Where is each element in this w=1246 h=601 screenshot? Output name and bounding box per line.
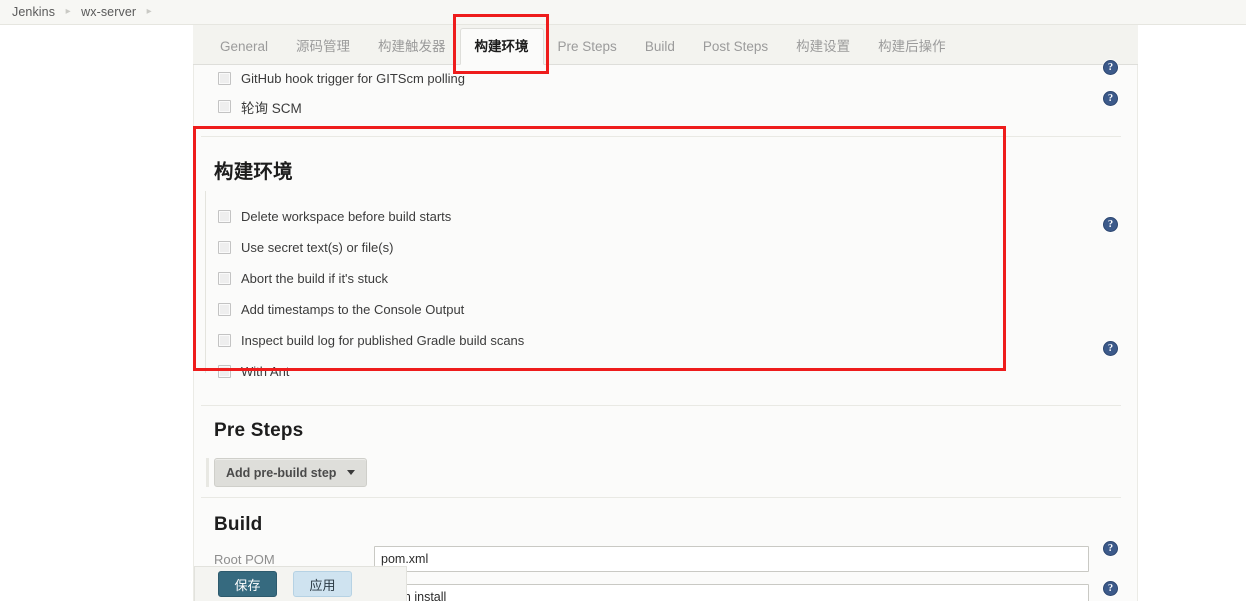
tab-pre-steps[interactable]: Pre Steps: [544, 30, 631, 64]
list-item[interactable]: Inspect build log for published Gradle b…: [193, 325, 1138, 356]
checkbox-poll-scm[interactable]: [218, 100, 231, 113]
checkbox-add-timestamps[interactable]: [218, 303, 231, 316]
save-action-bar: 保存 应用: [194, 566, 407, 601]
checkbox-label: Add timestamps to the Console Output: [241, 302, 465, 317]
breadcrumb-item-jenkins[interactable]: Jenkins: [8, 5, 59, 19]
add-pre-build-step-label: Add pre-build step: [226, 465, 337, 480]
checkbox-with-ant[interactable]: [218, 365, 231, 378]
page-title-build-environment: 构建环境: [214, 161, 293, 183]
breadcrumb-separator-icon: ▸: [65, 6, 71, 17]
checkbox-inspect-gradle-scans[interactable]: [218, 334, 231, 347]
checkbox-label: With Ant: [241, 364, 290, 379]
list-item[interactable]: Abort the build if it's stuck: [193, 263, 1138, 294]
breadcrumb: Jenkins ▸ wx-server ▸: [0, 0, 1246, 25]
tab-post-steps[interactable]: Post Steps: [689, 30, 782, 64]
checkbox-label: Inspect build log for published Gradle b…: [241, 333, 525, 348]
config-tab-bar: General 源码管理 构建触发器 构建环境 Pre Steps Build …: [193, 25, 1138, 65]
list-item[interactable]: Use secret text(s) or file(s): [193, 232, 1138, 263]
root-pom-input[interactable]: [374, 546, 1089, 572]
page-title-build: Build: [214, 514, 263, 535]
checkbox-label: 轮询 SCM: [241, 100, 302, 116]
tab-build[interactable]: Build: [631, 30, 689, 64]
config-form-rows: GitHub hook trigger for GITScm polling 轮…: [193, 65, 1138, 601]
button-left-accent: [206, 458, 209, 487]
list-item[interactable]: 轮询 SCM: [193, 91, 1138, 122]
jenkins-job-config-page: Jenkins ▸ wx-server ▸ General 源码管理 构建触发器…: [0, 0, 1246, 601]
tab-post-build-actions[interactable]: 构建后操作: [864, 30, 960, 64]
help-icon[interactable]: ?: [1103, 541, 1118, 556]
goals-input[interactable]: [374, 584, 1089, 601]
checkbox-label: Delete workspace before build starts: [241, 209, 452, 224]
help-icon[interactable]: ?: [1103, 341, 1118, 356]
checkbox-label: Use secret text(s) or file(s): [241, 240, 394, 255]
breadcrumb-separator-icon: ▸: [146, 6, 152, 17]
add-pre-build-step-button[interactable]: Add pre-build step: [214, 458, 368, 487]
list-item[interactable]: Add timestamps to the Console Output: [193, 294, 1138, 325]
section-indent-line: [205, 191, 206, 373]
save-button[interactable]: 保存: [218, 571, 277, 597]
checkbox-label: Abort the build if it's stuck: [241, 271, 388, 286]
checkbox-delete-workspace[interactable]: [218, 210, 231, 223]
list-item[interactable]: GitHub hook trigger for GITScm polling: [193, 65, 1138, 91]
tab-build-triggers[interactable]: 构建触发器: [364, 30, 460, 64]
tab-source-management[interactable]: 源码管理: [282, 30, 364, 64]
chevron-down-icon: [347, 470, 356, 475]
checkbox-use-secret-text[interactable]: [218, 241, 231, 254]
tab-build-environment[interactable]: 构建环境: [459, 28, 544, 65]
checkbox-github-hook-trigger[interactable]: [218, 71, 231, 85]
list-item[interactable]: With Ant: [193, 356, 1138, 387]
checkbox-abort-if-stuck[interactable]: [218, 272, 231, 285]
page-title-pre-steps: Pre Steps: [214, 420, 304, 441]
tab-build-settings[interactable]: 构建设置: [782, 30, 864, 64]
checkbox-label: GitHub hook trigger for GITScm polling: [241, 70, 465, 86]
apply-button[interactable]: 应用: [293, 571, 352, 597]
help-icon[interactable]: ?: [1103, 60, 1118, 75]
tab-general[interactable]: General: [206, 30, 282, 64]
breadcrumb-item-wx-server[interactable]: wx-server: [77, 5, 140, 19]
help-icon[interactable]: ?: [1103, 581, 1118, 596]
list-item[interactable]: Delete workspace before build starts: [193, 201, 1138, 232]
help-icon[interactable]: ?: [1103, 91, 1118, 106]
help-icon[interactable]: ?: [1103, 217, 1118, 232]
field-label-root-pom: Root POM: [214, 551, 275, 567]
